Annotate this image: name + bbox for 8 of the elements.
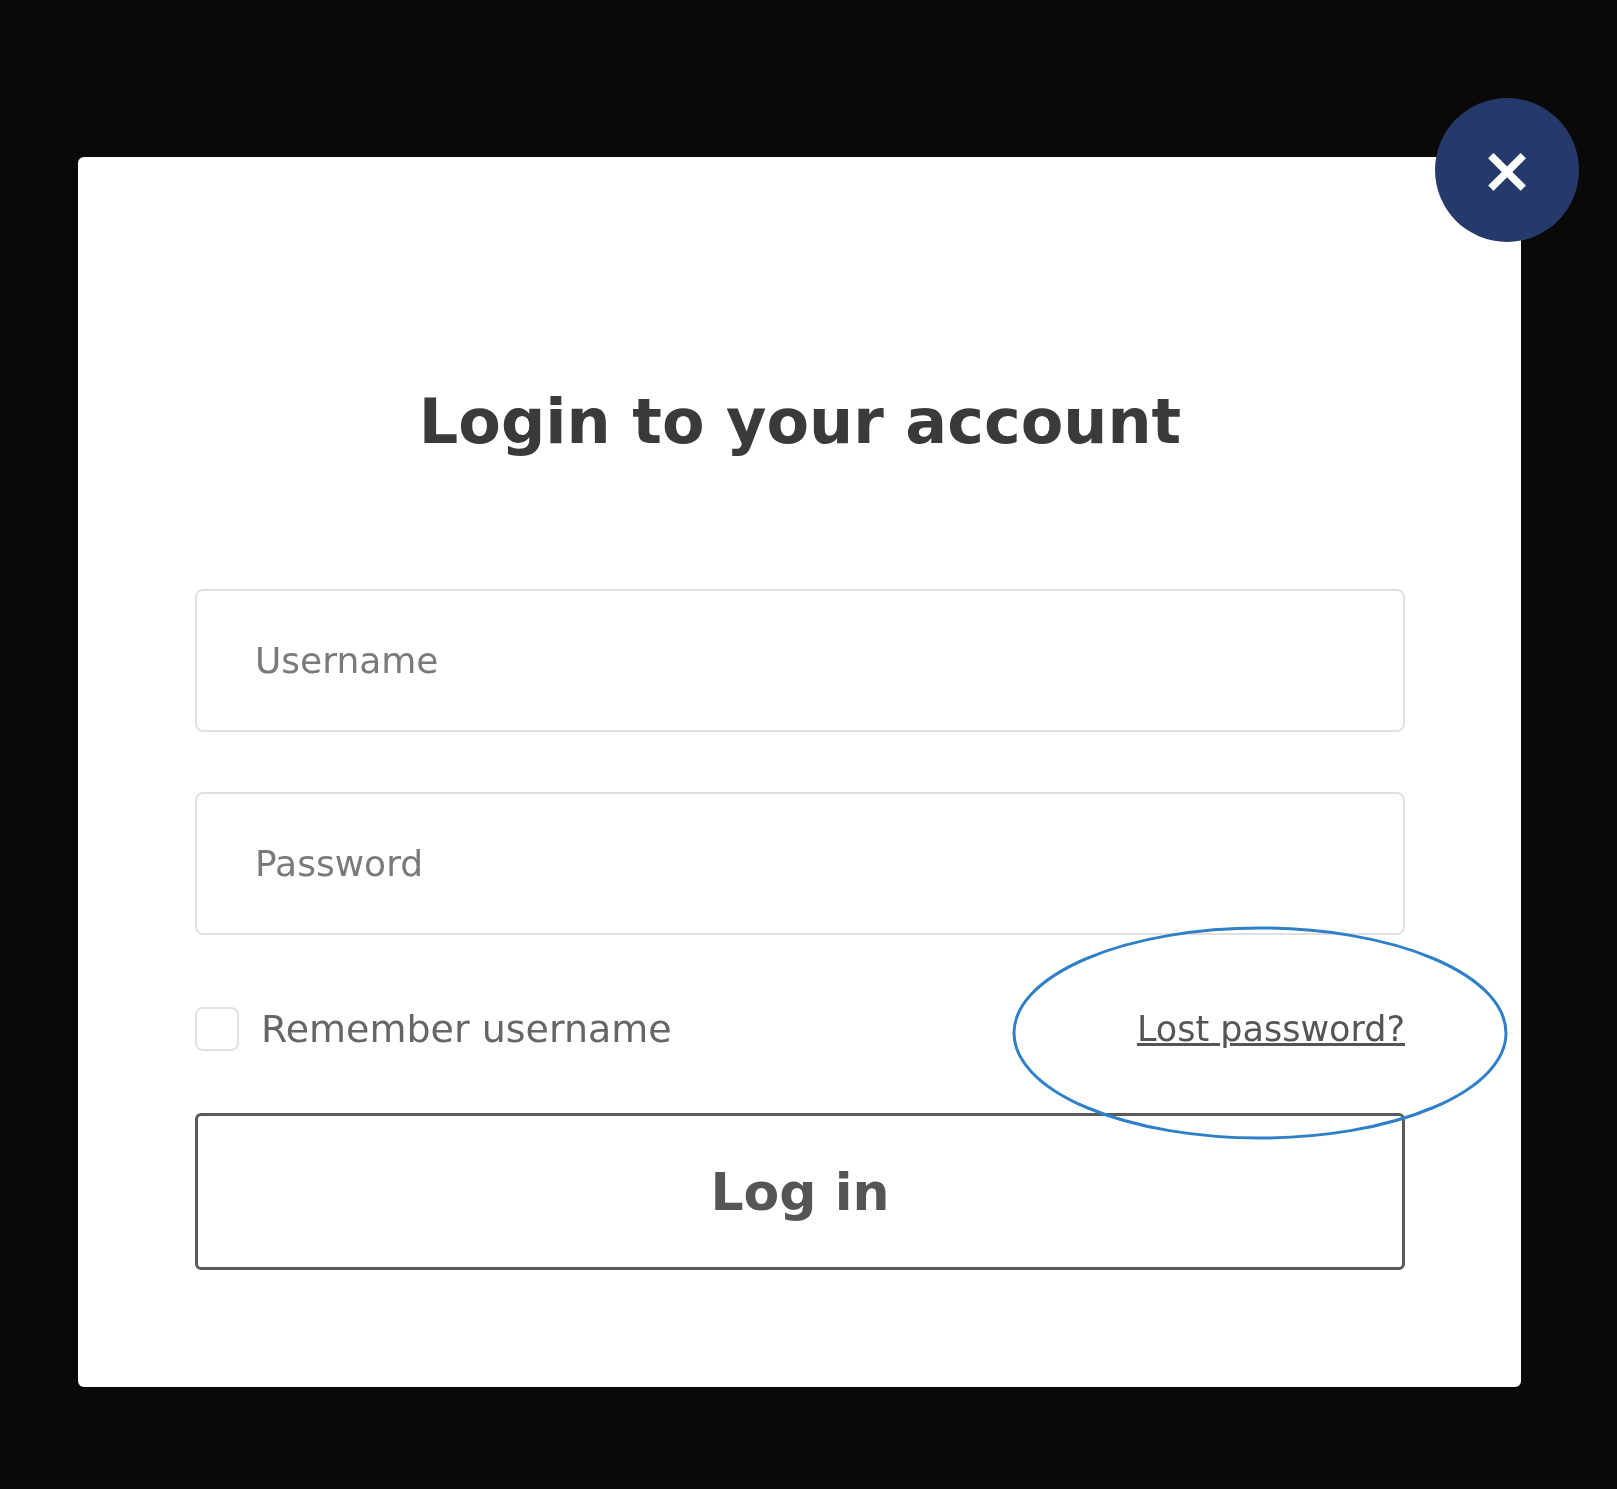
login-button[interactable]: Log in [195, 1113, 1405, 1270]
checkbox[interactable] [195, 1007, 239, 1051]
close-button[interactable]: × [1435, 98, 1579, 242]
username-field[interactable]: Username [195, 589, 1405, 732]
dialog-title: Login to your account [417, 384, 1183, 460]
lost-password-link[interactable]: Lost password? [1136, 1009, 1405, 1049]
password-field[interactable]: Password [195, 792, 1405, 935]
remember-label[interactable]: Remember username [261, 1007, 672, 1051]
